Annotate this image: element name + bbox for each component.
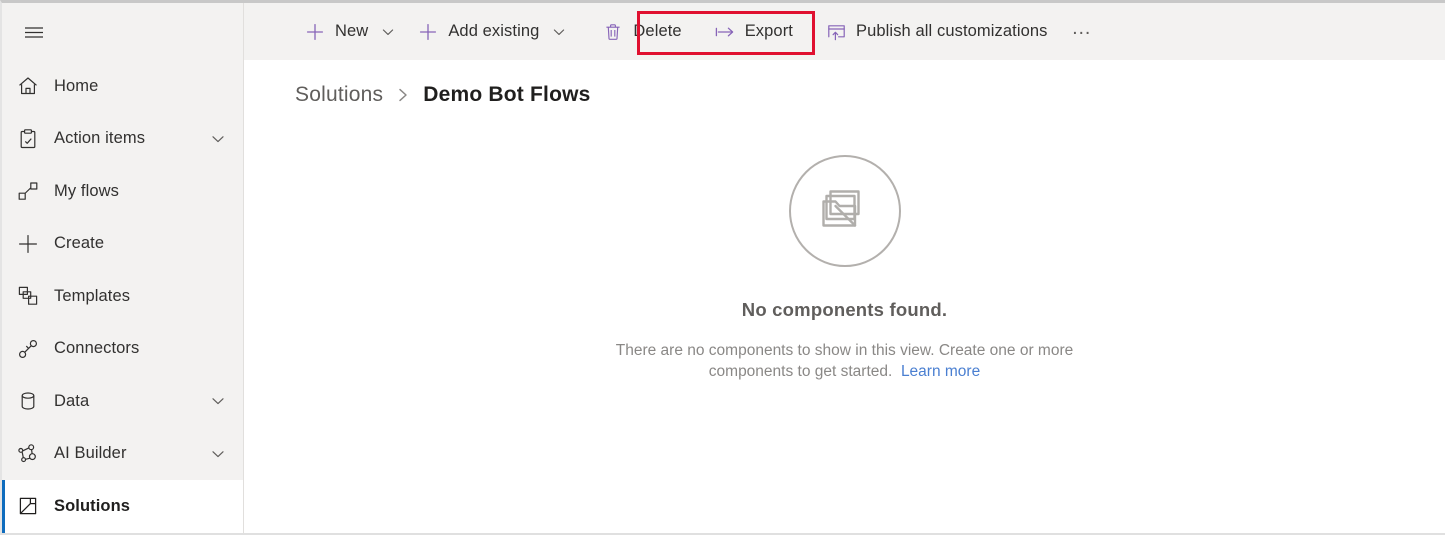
sidebar-header [2, 3, 243, 60]
clipboard-check-icon [2, 127, 54, 151]
chevron-down-icon[interactable] [207, 443, 229, 465]
sidebar-item-label: My flows [54, 181, 119, 200]
breadcrumb-item-solutions[interactable]: Solutions [295, 83, 383, 107]
sidebar-item-connectors[interactable]: Connectors [2, 323, 243, 376]
empty-state: No components found. There are no compon… [244, 155, 1445, 382]
sidebar-item-home[interactable]: Home [2, 60, 243, 113]
empty-state-description-text: There are no components to show in this … [615, 342, 1074, 380]
command-bar: New Add existing Delete Export Publish a… [244, 3, 1445, 60]
chevron-down-icon[interactable] [548, 21, 570, 43]
ai-builder-icon [2, 442, 54, 466]
selected-indicator [2, 480, 5, 533]
sidebar-item-label: Templates [54, 286, 131, 305]
solutions-icon [2, 494, 54, 518]
empty-state-title: No components found. [741, 299, 948, 320]
main-area: New Add existing Delete Export Publish a… [244, 3, 1445, 533]
breadcrumb: Solutions Demo Bot Flows [295, 83, 591, 107]
new-button[interactable]: New [295, 12, 408, 52]
content-pane: Solutions Demo Bot Flows No components f… [244, 60, 1445, 533]
sidebar-item-label: Connectors [54, 339, 140, 358]
sidebar-item-label: Data [54, 391, 90, 410]
learn-more-link[interactable]: Learn more [901, 363, 980, 380]
delete-button-label: Delete [633, 22, 682, 40]
chevron-down-icon[interactable] [377, 21, 399, 43]
delete-button[interactable]: Delete [593, 12, 690, 52]
sidebar-item-label: Solutions [54, 496, 131, 515]
sidebar-item-label: Create [54, 234, 105, 253]
chevron-down-icon[interactable] [207, 390, 229, 412]
breadcrumb-item-current: Demo Bot Flows [423, 83, 591, 106]
flow-icon [2, 179, 54, 203]
sidebar-item-label: Home [54, 76, 99, 95]
templates-icon [2, 284, 54, 308]
sidebar-item-my-flows[interactable]: My flows [2, 165, 243, 218]
export-icon [714, 21, 736, 43]
sidebar-item-templates[interactable]: Templates [2, 270, 243, 323]
empty-state-description: There are no components to show in this … [615, 340, 1075, 382]
sidebar-item-data[interactable]: Data [2, 375, 243, 428]
empty-state-icon-circle [788, 155, 901, 267]
publish-button-label: Publish all customizations [856, 22, 1048, 40]
database-icon [2, 389, 54, 413]
connectors-icon [2, 337, 54, 361]
app-window: Home Action items My flows Create Templa… [0, 0, 1445, 535]
plus-icon [417, 21, 439, 43]
new-button-label: New [335, 22, 369, 40]
publish-icon [825, 21, 847, 43]
trash-icon [602, 21, 624, 43]
hamburger-icon [21, 19, 47, 45]
publish-all-customizations-button[interactable]: Publish all customizations [816, 12, 1057, 52]
plus-icon [2, 232, 54, 256]
sidebar: Home Action items My flows Create Templa… [2, 3, 244, 533]
home-icon [2, 74, 54, 98]
sidebar-item-ai-builder[interactable]: AI Builder [2, 428, 243, 481]
more-options-button[interactable]: … [1065, 14, 1101, 50]
add-existing-button-label: Add existing [448, 22, 540, 40]
plus-icon [304, 21, 326, 43]
empty-folder-icon [812, 176, 878, 247]
sidebar-item-create[interactable]: Create [2, 218, 243, 271]
ellipsis-icon: … [1071, 16, 1094, 39]
export-button-label: Export [744, 22, 793, 40]
sidebar-item-solutions[interactable]: Solutions [2, 480, 243, 533]
chevron-down-icon[interactable] [207, 128, 229, 150]
sidebar-item-action-items[interactable]: Action items [2, 113, 243, 166]
chevron-right-icon [395, 85, 411, 105]
sidebar-item-label: Action items [54, 129, 146, 148]
add-existing-button[interactable]: Add existing [408, 12, 579, 52]
sidebar-item-label: AI Builder [54, 444, 127, 463]
export-button[interactable]: Export [705, 12, 802, 52]
hamburger-menu-button[interactable] [16, 14, 52, 50]
